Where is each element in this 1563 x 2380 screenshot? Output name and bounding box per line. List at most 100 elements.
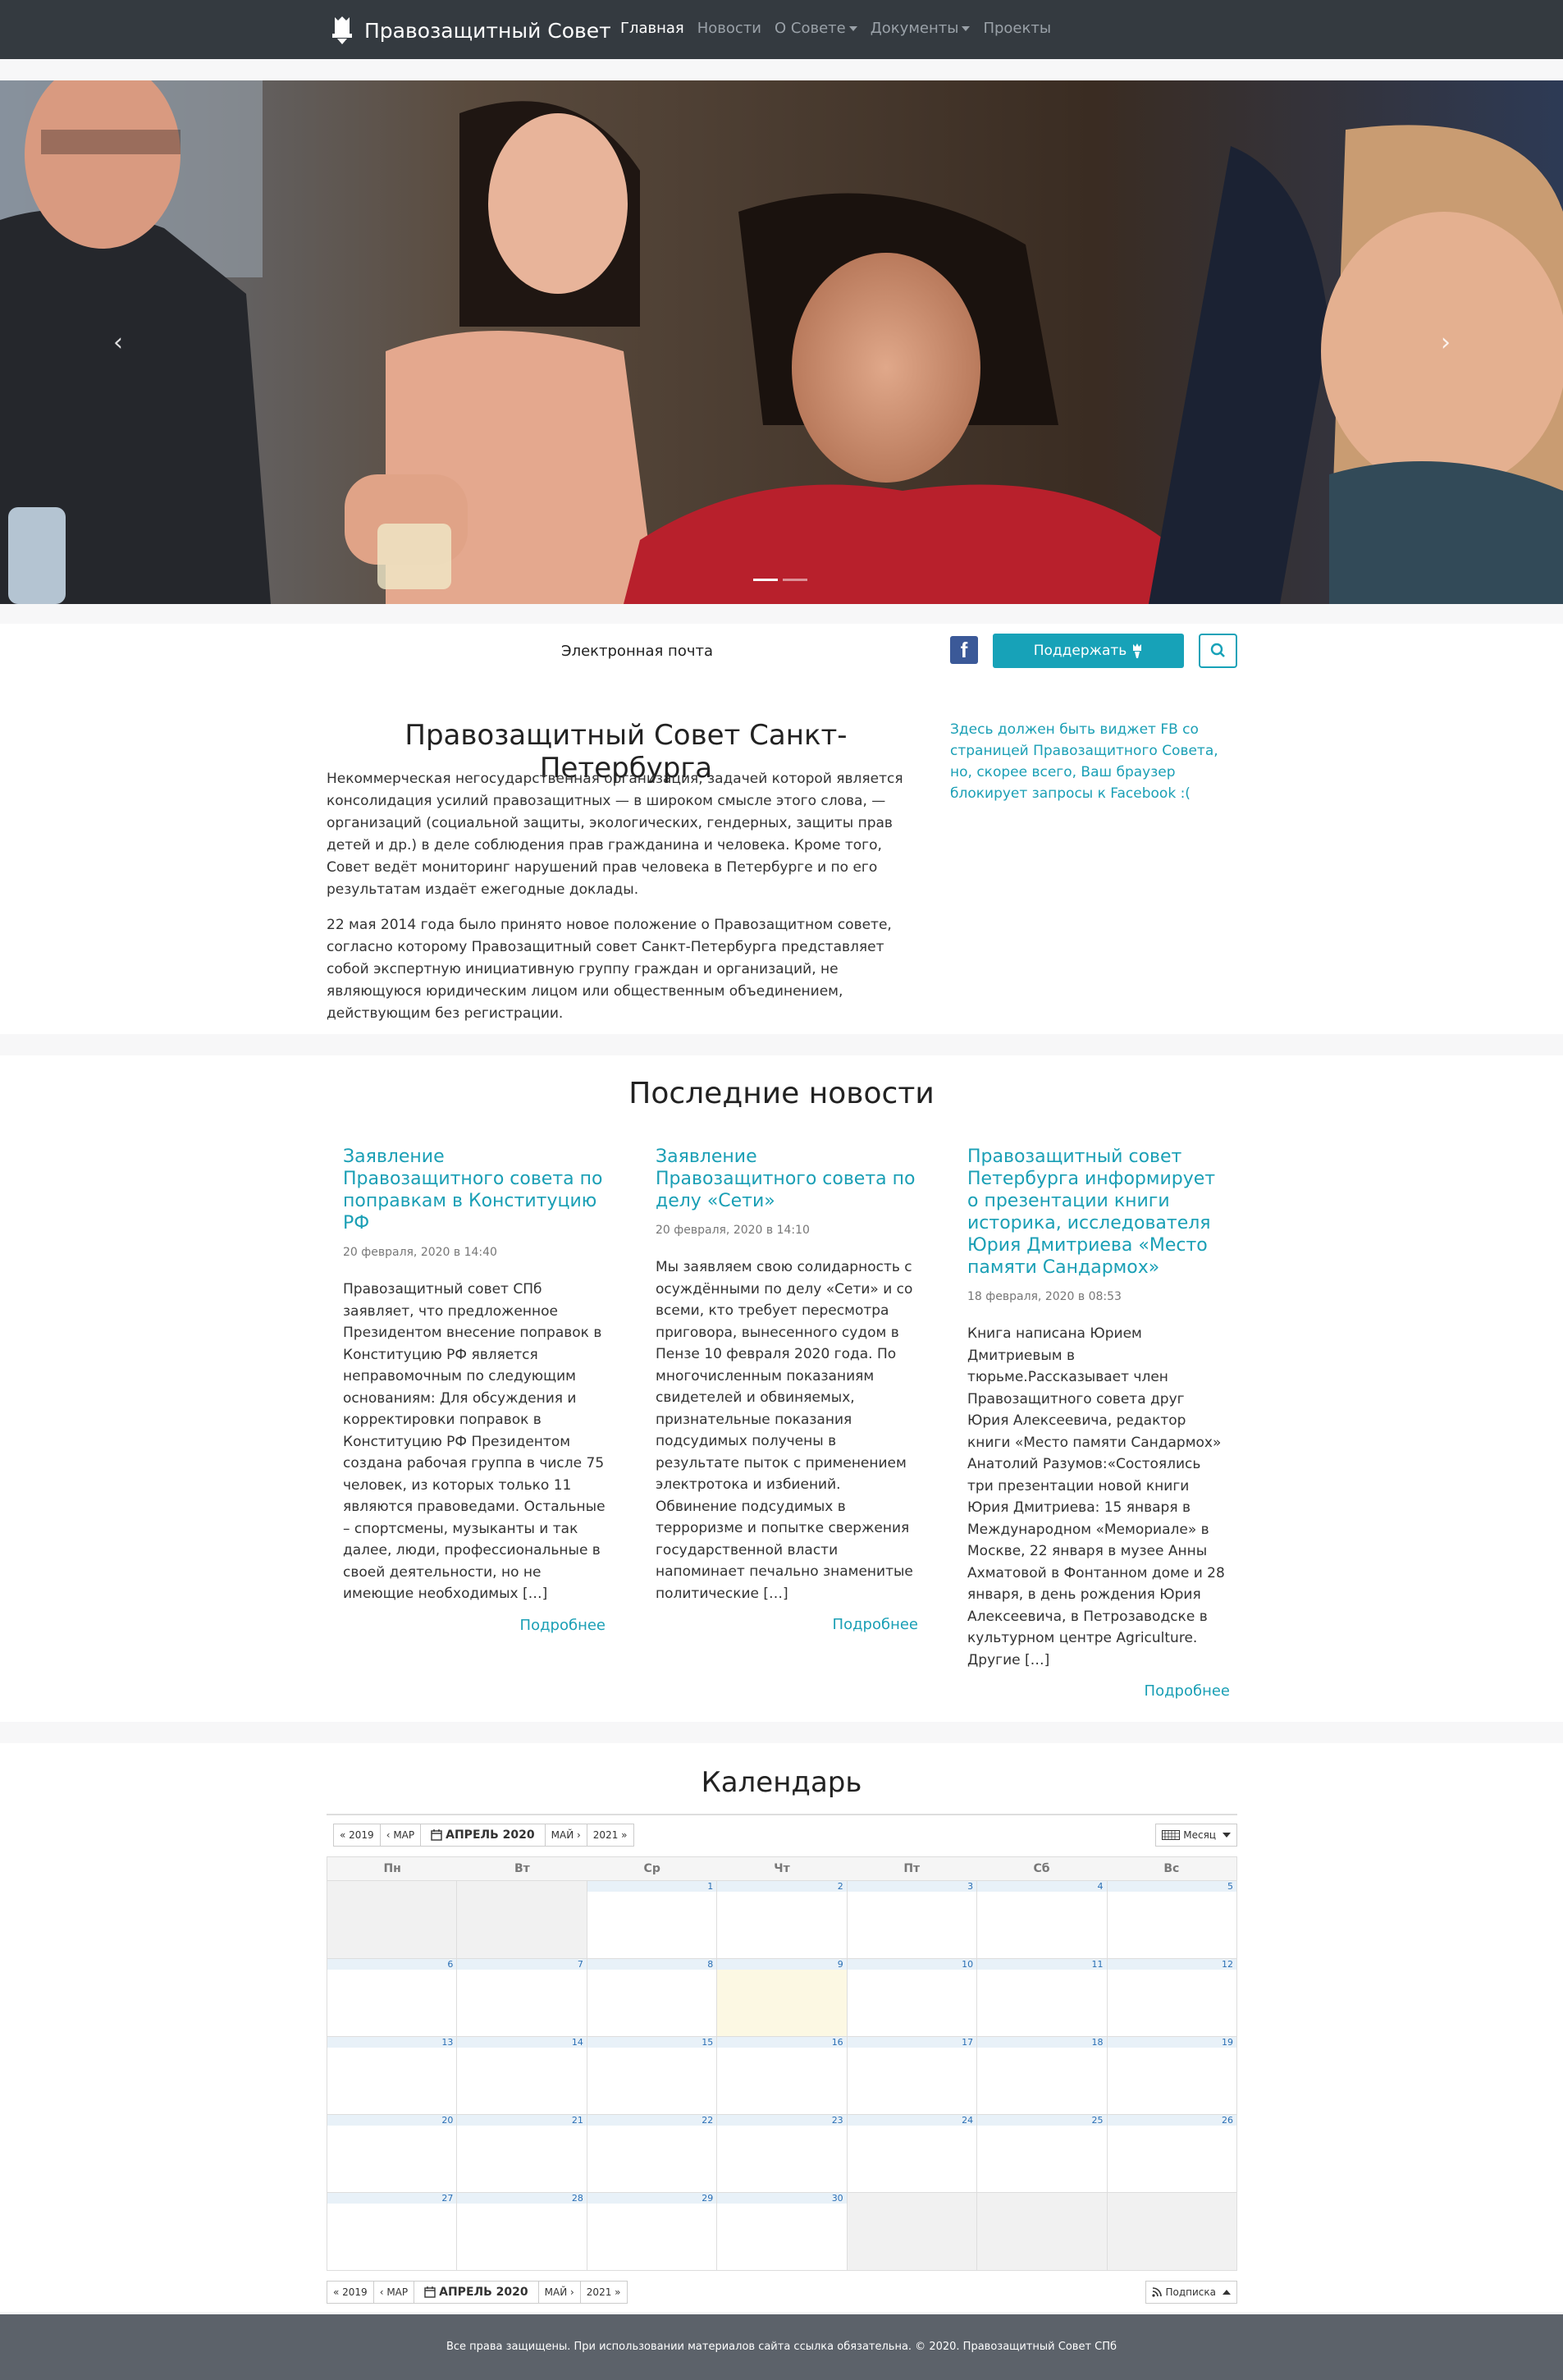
calendar-day-cell[interactable]: 14 bbox=[456, 2037, 587, 2114]
calendar-day-cell[interactable]: 16 bbox=[716, 2037, 847, 2114]
donate-button[interactable]: Поддержать bbox=[993, 634, 1184, 668]
weekday-label: Ср bbox=[643, 1862, 660, 1875]
calendar-day-cell[interactable]: 28 bbox=[456, 2193, 587, 2270]
calendar-view-dropdown[interactable]: Месяц bbox=[1155, 1824, 1237, 1847]
calendar-day-number: 30 bbox=[717, 2193, 847, 2204]
carousel-prev-button[interactable]: ‹ bbox=[108, 328, 128, 358]
chevron-left-icon: ‹ bbox=[113, 328, 123, 357]
news-item: Заявление Правозащитного совета по делу … bbox=[656, 1146, 918, 1633]
calendar-next-month-button[interactable]: МАЙ › bbox=[537, 2281, 581, 2304]
email-link[interactable]: Электронная почта bbox=[561, 643, 713, 660]
calendar-prev-year-button[interactable]: « 2019 bbox=[327, 2281, 374, 2304]
calendar-icon bbox=[431, 1829, 442, 1841]
calendar-day-cell[interactable]: 11 bbox=[976, 1959, 1107, 2036]
nav-home[interactable]: Главная bbox=[614, 20, 691, 37]
brand-link[interactable]: Правозащитный Совет bbox=[330, 16, 611, 44]
calendar-day-number: 11 bbox=[977, 1959, 1107, 1970]
calendar-empty-cell bbox=[1106, 2193, 1236, 2270]
support-bar bbox=[0, 624, 1563, 696]
about-paragraph: Некоммерческая негосударственная организ… bbox=[327, 771, 903, 898]
calendar-day-cell[interactable]: 4 bbox=[976, 1881, 1107, 1958]
calendar-day-number: 2 bbox=[717, 1881, 847, 1892]
nav-projects[interactable]: Проекты bbox=[976, 20, 1058, 37]
calendar-week-row: 20 21 22 23 24 25 26 bbox=[327, 2114, 1236, 2192]
calendar-day-number bbox=[977, 2193, 1106, 2204]
calendar-day-number: 9 bbox=[717, 1959, 847, 1970]
calendar-day-cell[interactable]: 23 bbox=[716, 2115, 847, 2192]
calendar-day-number: 15 bbox=[587, 2037, 717, 2048]
calendar-day-number bbox=[327, 1881, 456, 1892]
calendar-day-number: 17 bbox=[847, 2037, 977, 2048]
calendar-day-number: 10 bbox=[847, 1959, 977, 1970]
calendar-day-cell[interactable]: 9 bbox=[716, 1959, 847, 2036]
carousel-indicator[interactable] bbox=[753, 579, 778, 581]
calendar-day-cell[interactable]: 22 bbox=[586, 2115, 717, 2192]
calendar-day-cell[interactable]: 18 bbox=[976, 2037, 1107, 2114]
calendar-day-cell[interactable]: 15 bbox=[586, 2037, 717, 2114]
calendar-day-cell[interactable]: 25 bbox=[976, 2115, 1107, 2192]
calendar-toolbar-top: « 2019 ‹ МАР АПРЕЛЬ 2020 МАЙ › 2021 » Ме… bbox=[327, 1824, 1237, 1856]
footer-copyright: Все права защищены. При использовании ма… bbox=[446, 2341, 1117, 2353]
calendar-week-row: 13 14 15 16 17 18 19 bbox=[327, 2036, 1236, 2114]
news-item-date: 20 февраля, 2020 в 14:40 bbox=[343, 1246, 497, 1259]
calendar-day-cell[interactable]: 6 bbox=[327, 1959, 457, 2036]
carousel-indicator[interactable] bbox=[783, 579, 807, 581]
calendar-day-cell[interactable]: 20 bbox=[327, 2115, 457, 2192]
news-item-more-link[interactable]: Подробнее bbox=[833, 1616, 918, 1633]
calendar-subscribe-dropdown[interactable]: Подписка bbox=[1145, 2281, 1237, 2304]
calendar-day-cell[interactable]: 30 bbox=[716, 2193, 847, 2270]
calendar-day-cell[interactable]: 3 bbox=[846, 1881, 977, 1958]
calendar-next-month-button[interactable]: МАЙ › bbox=[544, 1824, 587, 1847]
calendar-day-cell[interactable]: 12 bbox=[1106, 1959, 1236, 2036]
calendar-day-cell[interactable]: 2 bbox=[716, 1881, 847, 1958]
calendar-day-cell[interactable]: 5 bbox=[1106, 1881, 1236, 1958]
calendar-day-cell[interactable]: 13 bbox=[327, 2037, 457, 2114]
news-item-title-link[interactable]: Заявление Правозащитного совета по делу … bbox=[656, 1147, 915, 1211]
calendar-nav-group: « 2019 ‹ МАР АПРЕЛЬ 2020 МАЙ › 2021 » bbox=[333, 1824, 634, 1847]
nav-news[interactable]: Новости bbox=[691, 20, 768, 37]
calendar-day-number: 5 bbox=[1107, 1881, 1236, 1892]
calendar-prev-year-button[interactable]: « 2019 bbox=[333, 1824, 381, 1847]
calendar-day-cell[interactable]: 26 bbox=[1106, 2115, 1236, 2192]
calendar-day-number: 25 bbox=[977, 2115, 1107, 2126]
calendar-day-number: 13 bbox=[327, 2037, 457, 2048]
calendar-next-year-button[interactable]: 2021 » bbox=[579, 2281, 628, 2304]
calendar-day-cell[interactable]: 29 bbox=[586, 2193, 717, 2270]
about-paragraph: 22 мая 2014 года было принято новое поло… bbox=[327, 917, 892, 1022]
calendar-day-cell[interactable]: 8 bbox=[586, 1959, 717, 2036]
calendar-weekday-header: Пн Вт Ср Чт Пт Сб Вс bbox=[327, 1857, 1236, 1880]
calendar-day-cell[interactable]: 27 bbox=[327, 2193, 457, 2270]
torch-icon bbox=[1133, 643, 1142, 658]
calendar-current-month-button[interactable]: АПРЕЛЬ 2020 bbox=[414, 2281, 539, 2304]
calendar-day-cell[interactable]: 19 bbox=[1106, 2037, 1236, 2114]
calendar-day-number: 8 bbox=[587, 1959, 717, 1970]
calendar-day-cell[interactable]: 7 bbox=[456, 1959, 587, 2036]
calendar-empty-cell bbox=[846, 2193, 977, 2270]
calendar-toolbar-bottom: « 2019 ‹ МАР АПРЕЛЬ 2020 МАЙ › 2021 » По… bbox=[327, 2281, 1237, 2309]
calendar-view-group: Месяц bbox=[1155, 1824, 1237, 1847]
nav-documents-dropdown[interactable]: Документы bbox=[864, 20, 977, 37]
news-item-title-link[interactable]: Заявление Правозащитного совета по попра… bbox=[343, 1147, 602, 1233]
carousel-next-button[interactable]: › bbox=[1436, 328, 1456, 358]
calendar-day-cell[interactable]: 21 bbox=[456, 2115, 587, 2192]
calendar-current-month-button[interactable]: АПРЕЛЬ 2020 bbox=[420, 1824, 546, 1847]
caret-up-icon bbox=[1223, 2290, 1231, 2295]
calendar-next-year-button[interactable]: 2021 » bbox=[586, 1824, 634, 1847]
calendar-day-cell[interactable]: 10 bbox=[846, 1959, 977, 2036]
facebook-button[interactable]: f bbox=[950, 636, 978, 664]
nav-about-dropdown[interactable]: О Совете bbox=[768, 20, 864, 37]
news-item-more-link[interactable]: Подробнее bbox=[520, 1617, 606, 1634]
main-nav: Главная Новости О Совете Документы Проек… bbox=[614, 20, 1058, 37]
news-item-more-link[interactable]: Подробнее bbox=[1145, 1682, 1230, 1700]
calendar-prev-month-button[interactable]: ‹ МАР bbox=[379, 1824, 422, 1847]
calendar-day-number: 18 bbox=[977, 2037, 1107, 2048]
calendar-day-cell[interactable]: 24 bbox=[846, 2115, 977, 2192]
calendar-prev-month-button[interactable]: ‹ МАР bbox=[372, 2281, 415, 2304]
calendar-divider bbox=[327, 1814, 1237, 1815]
news-item-title-link[interactable]: Правозащитный совет Петербурга информиру… bbox=[967, 1147, 1215, 1278]
calendar-day-cell[interactable]: 17 bbox=[846, 2037, 977, 2114]
search-button[interactable] bbox=[1199, 634, 1237, 668]
weekday-label: Чт bbox=[774, 1862, 790, 1875]
calendar-subscribe-group: Подписка bbox=[1145, 2281, 1237, 2304]
calendar-day-cell[interactable]: 1 bbox=[586, 1881, 717, 1958]
